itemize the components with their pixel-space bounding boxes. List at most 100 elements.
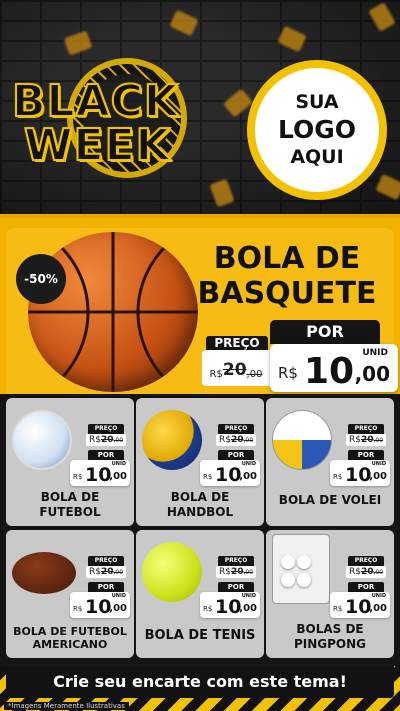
product-name: BOLA DE TENIS: [136, 628, 264, 644]
unit-label: UNID: [111, 461, 126, 467]
confetti-shape: [169, 9, 199, 37]
old-price-currency: R$: [218, 567, 231, 577]
product-name-line1: BOLA DE FUTEBOL: [13, 624, 127, 638]
preco-label: PREÇO: [88, 424, 124, 434]
unit-label: UNID: [111, 593, 126, 599]
new-price-value: 10: [304, 351, 355, 392]
cta-bar: Crie seu encarte com este tema! *Imagens…: [0, 666, 400, 711]
old-price-cents: ,00: [243, 437, 254, 444]
old-price: R$20,00: [346, 434, 386, 446]
logo-text-line3: AQUI: [290, 145, 344, 168]
old-price-cents: ,00: [373, 437, 384, 444]
old-price: R$20,00: [86, 434, 126, 446]
old-price: R$ 20 ,00: [202, 350, 270, 386]
product-name: BOLAS DE PINGPONG: [266, 622, 394, 652]
discount-badge: -50%: [16, 254, 66, 304]
old-price-cents: ,00: [373, 569, 384, 576]
old-price-value: 20: [230, 435, 244, 445]
featured-title-line2: BASQUETE: [197, 275, 377, 311]
pingpong-ball-dot: [297, 573, 311, 587]
pingpong-ball-dot: [297, 555, 311, 569]
new-price-currency: R$: [73, 473, 83, 481]
unit-label: UNID: [241, 593, 256, 599]
american-football-icon: [12, 552, 76, 594]
new-price-currency: R$: [203, 473, 213, 481]
tennis-ball-icon: [142, 542, 202, 602]
black-week-badge: BLACK WEEK: [11, 58, 232, 178]
unit-label: UNID: [371, 461, 386, 467]
por-label: POR: [88, 582, 124, 592]
product-name: BOLA DE HANDBOL: [136, 490, 264, 520]
pingpong-balls-icon: [272, 534, 330, 604]
new-price-value: 10: [345, 464, 372, 486]
disclaimer-text: *Imagens Meramente Ilustrativas: [4, 702, 129, 710]
black-week-title-line1: BLACK: [11, 76, 180, 127]
por-label: POR: [348, 582, 384, 592]
unit-label: UNID: [362, 348, 388, 358]
product-card[interactable]: PREÇO R$20,00 POR UNID R$ 10 ,00 BOLA DE FU…: [6, 398, 134, 526]
new-price-cents: ,00: [109, 603, 127, 614]
preco-label: PREÇO: [218, 424, 254, 434]
new-price-cents: ,00: [239, 471, 257, 482]
soccer-ball-icon: [12, 410, 72, 470]
product-name-line1: BOLA DE: [40, 490, 100, 504]
preco-label: PREÇO: [218, 556, 254, 566]
confetti-shape: [375, 173, 400, 201]
new-price: UNID R$ 10,00: [330, 592, 390, 618]
preco-label: PREÇO: [206, 336, 268, 350]
product-name: BOLA DE FUTEBOL: [6, 490, 134, 520]
por-label: POR: [88, 450, 124, 460]
new-price-value: 10: [215, 596, 242, 618]
new-price: UNID R$ 10,00: [200, 460, 260, 486]
old-price: R$20,00: [346, 566, 386, 578]
confetti-shape: [209, 178, 235, 208]
featured-title-line1: BOLA DE: [213, 241, 361, 276]
old-price-currency: R$: [218, 435, 231, 445]
logo-placeholder[interactable]: SUA LOGO AQUI: [247, 60, 387, 200]
handball-icon: [142, 410, 202, 470]
old-price-value: 20: [100, 435, 114, 445]
new-price-cents: ,00: [369, 471, 387, 482]
preco-label: PREÇO: [88, 556, 124, 566]
product-name-line1: BOLAS DE: [296, 622, 364, 636]
new-price-currency: R$: [203, 605, 213, 613]
confetti-shape: [63, 30, 93, 56]
product-name-line1: BOLA DE TENIS: [144, 627, 256, 643]
new-price-value: 10: [85, 464, 112, 486]
product-name-line1: BOLA DE: [170, 490, 230, 504]
product-name-line2: PINGPONG: [293, 637, 367, 651]
product-name: BOLA DE VOLEI: [266, 493, 394, 508]
header-banner: BLACK WEEK SUA LOGO AQUI: [0, 0, 400, 214]
new-price: UNID R$ 10,00: [70, 592, 130, 618]
featured-product-card[interactable]: -50% BOLA DE BASQUETE POR PREÇO R$ 20 ,0…: [6, 228, 398, 396]
new-price: UNID R$ 10,00: [330, 460, 390, 486]
new-price-currency: R$: [73, 605, 83, 613]
old-price-currency: R$: [348, 435, 361, 445]
old-price-value: 20: [360, 567, 374, 577]
old-price-currency: R$: [88, 567, 101, 577]
product-name-line1: BOLA DE VOLEI: [278, 493, 382, 507]
product-grid: PREÇO R$20,00 POR UNID R$ 10,00 BOLA DE FU…: [0, 394, 400, 666]
product-card[interactable]: PREÇO R$20,00 POR UNID R$ 10,00 BOLA DE TE…: [136, 530, 264, 658]
por-label: POR: [218, 450, 254, 460]
product-card[interactable]: PREÇO R$20,00 POR UNID R$ 10,00 BOLA DE FU…: [6, 530, 134, 658]
old-price-cents: ,00: [113, 569, 124, 576]
cta-button[interactable]: Crie seu encarte com este tema!: [6, 666, 394, 698]
por-label: POR: [348, 450, 384, 460]
featured-title: BOLA DE BASQUETE: [192, 241, 382, 311]
old-price: R$20,00: [216, 434, 256, 446]
unit-label: UNID: [241, 461, 256, 467]
product-card[interactable]: PREÇO R$20,00 POR UNID R$ 10,00 BOLA DE HA…: [136, 398, 264, 526]
basketball-icon: [28, 232, 198, 392]
confetti-shape: [368, 2, 396, 32]
new-price-currency: R$: [278, 364, 298, 382]
product-card[interactable]: PREÇO R$20,00 POR UNID R$ 10,00 BOLA DE VO…: [266, 398, 394, 526]
new-price: UNID R$ 10 ,00: [270, 344, 398, 392]
featured-section: -50% BOLA DE BASQUETE POR PREÇO R$ 20 ,0…: [0, 214, 400, 396]
product-name-line2: AMERICANO: [32, 638, 108, 652]
black-week-title-line2: WEEK: [23, 120, 171, 171]
old-price-value: 20: [100, 567, 114, 577]
product-card[interactable]: PREÇO R$20,00 POR UNID R$ 10,00 BOLAS DE P…: [266, 530, 394, 658]
old-price-cents: ,00: [113, 437, 124, 444]
new-price: UNID R$ 10,00: [200, 592, 260, 618]
